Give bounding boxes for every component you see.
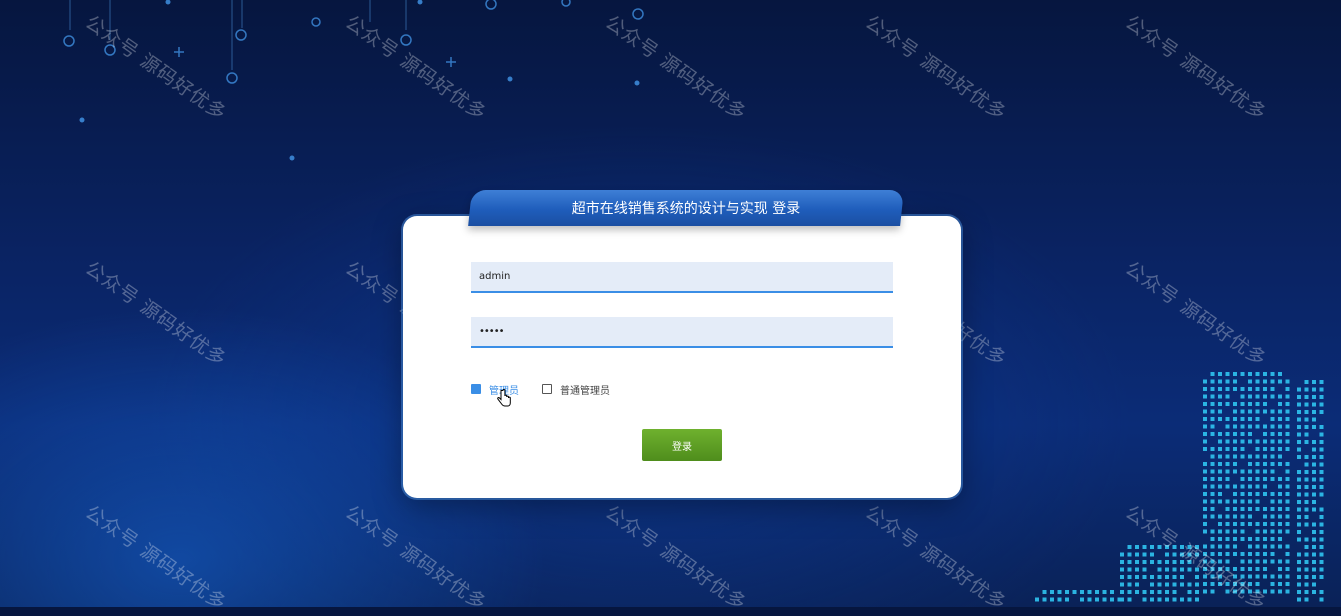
watermark: 公众号 源码好优多 bbox=[81, 257, 231, 372]
watermark: 公众号 源码好优多 bbox=[1121, 501, 1271, 616]
role-option-normal-admin[interactable]: 普通管理员 bbox=[542, 382, 610, 397]
role-admin-checkbox[interactable] bbox=[471, 384, 481, 394]
password-input[interactable] bbox=[471, 317, 893, 348]
watermark: 公众号 源码好优多 bbox=[81, 11, 231, 126]
role-normal-admin-label: 普通管理员 bbox=[560, 385, 610, 397]
watermark: 公众号 源码好优多 bbox=[1121, 257, 1271, 372]
watermark: 公众号 源码好优多 bbox=[861, 11, 1011, 126]
login-title: 超市在线销售系统的设计与实现 登录 bbox=[571, 201, 801, 217]
watermark: 公众号 源码好优多 bbox=[1121, 11, 1271, 126]
role-normal-admin-checkbox[interactable] bbox=[542, 384, 552, 394]
watermark: 公众号 源码好优多 bbox=[601, 11, 751, 126]
watermark: 公众号 源码好优多 bbox=[861, 501, 1011, 616]
role-option-admin[interactable]: 管理员 bbox=[471, 382, 519, 397]
username-input[interactable] bbox=[471, 262, 893, 293]
hand-cursor-icon bbox=[497, 389, 511, 407]
login-button[interactable]: 登录 bbox=[642, 429, 722, 461]
watermark: 公众号 源码好优多 bbox=[601, 501, 751, 616]
watermark: 公众号 源码好优多 bbox=[81, 501, 231, 616]
watermark: 公众号 源码好优多 bbox=[341, 11, 491, 126]
watermark: 公众号 源码好优多 bbox=[341, 501, 491, 616]
